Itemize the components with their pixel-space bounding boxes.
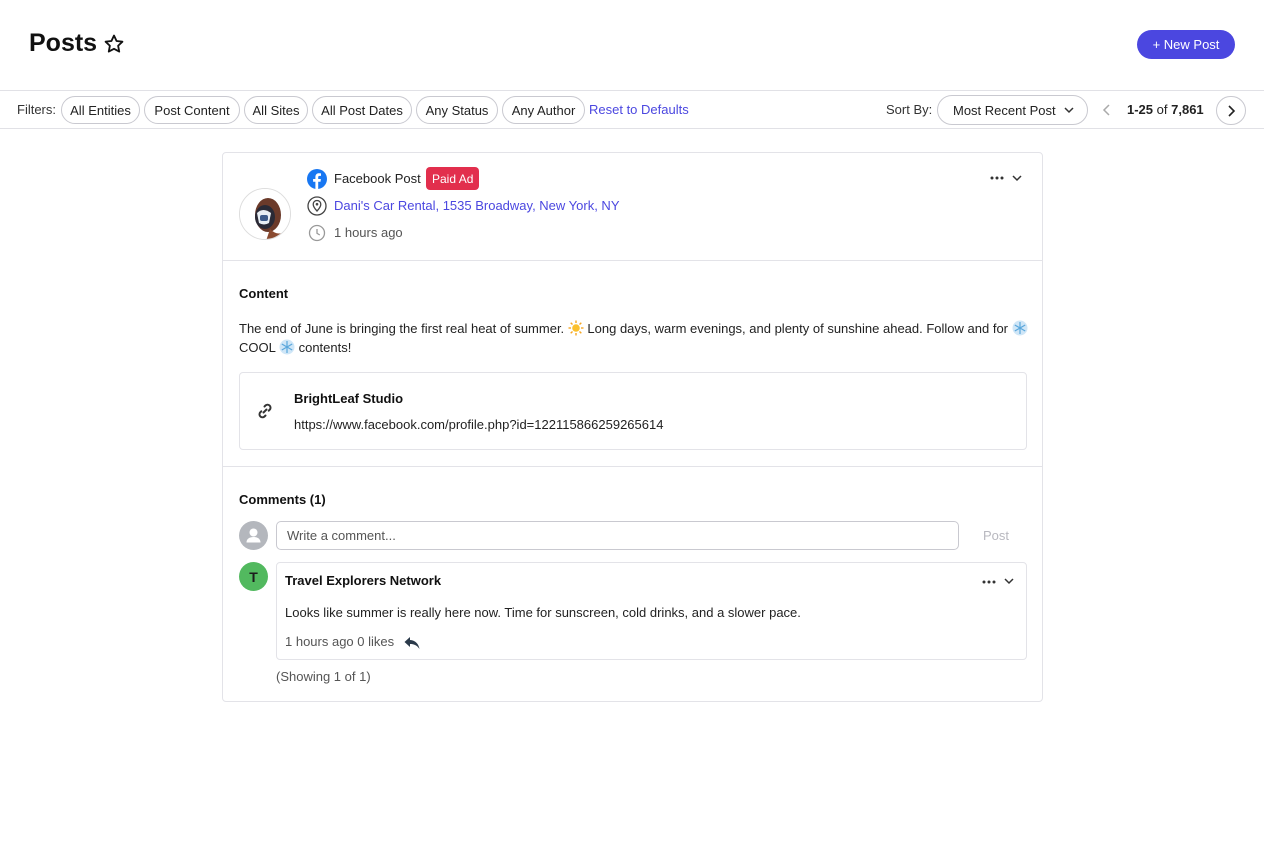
snowflake-icon (1012, 320, 1028, 336)
chevron-down-icon (1064, 107, 1074, 114)
pagination-info: 1-25 of 7,861 (1127, 102, 1204, 117)
content-text-part: The end of June is bringing the first re… (239, 321, 565, 336)
pagination-range: 1-25 (1127, 102, 1154, 117)
current-user-avatar (239, 521, 268, 550)
filter-chip-post-dates[interactable]: All Post Dates (312, 96, 412, 124)
post-author-avatar (239, 188, 291, 240)
location-pin-icon (307, 196, 327, 216)
sort-selected-value: Most Recent Post (953, 102, 1056, 118)
pagination-total: 7,861 (1171, 102, 1204, 117)
new-post-button[interactable]: + New Post (1137, 30, 1235, 59)
comments-title: Comments (1) (239, 492, 326, 507)
location-link[interactable]: Dani's Car Rental, 1535 Broadway, New Yo… (334, 198, 620, 213)
content-title: Content (239, 286, 289, 301)
filter-chip-status[interactable]: Any Status (416, 96, 498, 124)
filter-chip-entities[interactable]: All Entities (61, 96, 140, 124)
more-options-icon[interactable] (981, 575, 997, 589)
post-comment-button[interactable]: Post (975, 525, 1017, 545)
comment-author: Travel Explorers Network (285, 573, 442, 588)
user-icon (246, 528, 261, 543)
chevron-down-icon[interactable] (1010, 171, 1024, 185)
reply-icon[interactable] (403, 635, 421, 651)
link-title: BrightLeaf Studio (294, 391, 404, 406)
facebook-icon (307, 169, 327, 189)
divider (223, 260, 1042, 261)
chevron-right-icon (1228, 104, 1236, 117)
clock-icon (308, 224, 326, 242)
sun-icon (568, 320, 584, 336)
comment-input[interactable] (276, 521, 959, 550)
snowflake-icon (279, 339, 295, 355)
star-icon[interactable] (103, 33, 125, 55)
page-title: Posts (29, 29, 98, 57)
comment-text: Looks like summer is really here now. Ti… (285, 605, 801, 620)
pagination-of: of (1156, 102, 1168, 117)
reset-defaults-link[interactable]: Reset to Defaults (589, 102, 689, 117)
chevron-left-icon[interactable] (1098, 100, 1116, 120)
sort-label: Sort By: (886, 102, 933, 117)
more-options-icon[interactable] (989, 171, 1005, 185)
link-icon (258, 403, 272, 419)
filters-label: Filters: (17, 102, 56, 117)
filter-bar: Filters: All Entities Post Content All S… (0, 90, 1264, 129)
divider (223, 466, 1042, 467)
content-text-part: COOL (239, 340, 279, 355)
comment-item: Travel Explorers Network Looks like summ… (276, 562, 1027, 660)
post-card: Facebook Post Paid Ad Dani's Car Rental,… (222, 152, 1043, 702)
content-text-part: Long days, warm evenings, and plenty of … (583, 321, 1012, 336)
comment-meta: 1 hours ago 0 likes (285, 634, 395, 649)
filter-chip-post-content[interactable]: Post Content (144, 96, 240, 124)
profile-image (240, 189, 290, 239)
page-header: Posts + New Post (0, 0, 1264, 90)
filter-chip-sites[interactable]: All Sites (244, 96, 308, 124)
link-url: https://www.facebook.com/profile.php?id=… (294, 417, 664, 432)
chevron-down-icon[interactable] (1002, 574, 1016, 588)
next-page-button[interactable] (1216, 96, 1246, 125)
content-text-part: contents! (294, 340, 352, 355)
link-preview[interactable]: BrightLeaf Studio https://www.facebook.c… (239, 372, 1027, 450)
post-type: Facebook Post (334, 171, 421, 186)
post-content: The end of June is bringing the first re… (239, 319, 1029, 357)
filter-chip-author[interactable]: Any Author (502, 96, 585, 124)
commenter-avatar: T (239, 562, 268, 591)
post-time: 1 hours ago (334, 225, 403, 240)
comments-showing-count: (Showing 1 of 1) (276, 669, 371, 684)
paid-ad-badge: Paid Ad (426, 167, 480, 190)
sort-select[interactable]: Most Recent Post (937, 95, 1088, 125)
